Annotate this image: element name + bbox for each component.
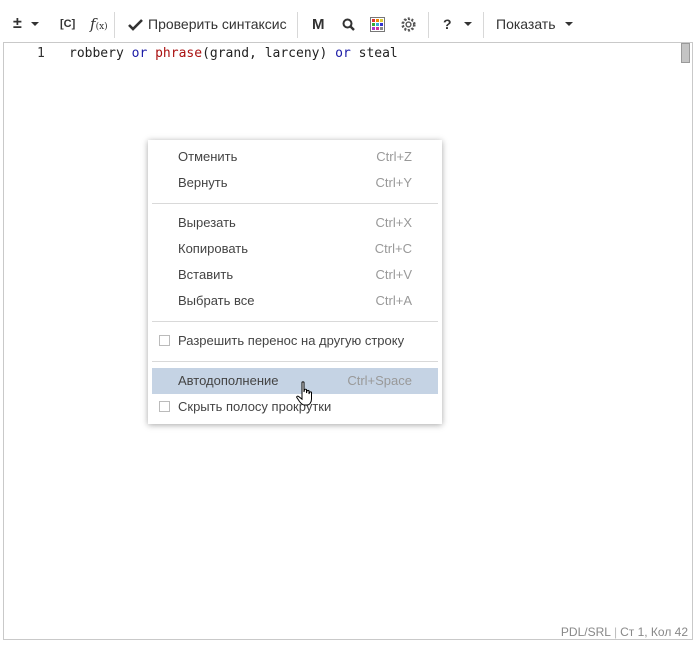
toolbar-divider xyxy=(297,12,298,38)
toolbar-divider xyxy=(114,12,115,38)
settings-button[interactable] xyxy=(400,11,417,37)
function-icon: f(x) xyxy=(90,15,108,33)
menu-item-shortcut: Ctrl+Y xyxy=(375,175,412,190)
menu-item-copy[interactable]: Копировать Ctrl+C xyxy=(152,236,438,262)
status-divider: | xyxy=(613,625,618,639)
menu-item-label: Автодополнение xyxy=(178,373,279,388)
menu-item-shortcut: Ctrl+Z xyxy=(376,149,412,164)
menu-item-autocomplete[interactable]: Автодополнение Ctrl+Space xyxy=(152,368,438,394)
menu-item-label: Вернуть xyxy=(178,175,228,190)
toolbar-divider xyxy=(483,12,484,38)
keyword-token: or xyxy=(335,46,351,61)
menu-item-label: Отменить xyxy=(178,149,238,164)
function-token: phrase xyxy=(155,46,203,61)
menu-item-undo[interactable]: Отменить Ctrl+Z xyxy=(152,144,438,170)
scrollbar-thumb[interactable] xyxy=(681,43,690,63)
code-line[interactable]: robbery or phrase(grand, larceny) or ste… xyxy=(69,46,398,61)
hand-pointer-icon xyxy=(296,381,312,406)
hide-scrollbar-checkbox[interactable] xyxy=(159,401,170,412)
wrap-checkbox[interactable] xyxy=(159,335,170,346)
menu-item-label: Копировать xyxy=(178,241,248,256)
code-token: robbery xyxy=(69,46,132,61)
context-code-button[interactable]: [C] xyxy=(60,11,75,37)
context-menu: Отменить Ctrl+Z Вернуть Ctrl+Y Вырезать … xyxy=(148,140,442,424)
menu-item-paste[interactable]: Вставить Ctrl+V xyxy=(152,262,438,288)
code-token: (grand, larceny) xyxy=(202,46,336,61)
menu-item-shortcut: Ctrl+C xyxy=(374,241,412,256)
chevron-down-icon xyxy=(564,22,573,26)
help-label: ? xyxy=(443,16,452,32)
menu-divider xyxy=(152,361,438,362)
checkmark-icon xyxy=(128,18,143,31)
menu-divider xyxy=(152,203,438,204)
menu-item-word-wrap[interactable]: Разрешить перенос на другую строку xyxy=(152,328,438,354)
cursor-position: Ст 1, Кол 42 xyxy=(620,625,688,639)
menu-item-redo[interactable]: Вернуть Ctrl+Y xyxy=(152,170,438,196)
keyword-token: or xyxy=(131,46,148,61)
show-label: Показать xyxy=(496,16,556,32)
menu-item-label: Разрешить перенос на другую строку xyxy=(178,333,405,348)
vertical-scrollbar[interactable] xyxy=(678,43,692,639)
menu-item-shortcut: Ctrl+X xyxy=(375,215,412,230)
m-button[interactable]: M xyxy=(312,11,325,37)
menu-item-shortcut: Ctrl+V xyxy=(375,267,412,282)
line-number: 1 xyxy=(37,46,45,61)
menu-item-shortcut: Ctrl+A xyxy=(375,293,412,308)
menu-item-label: Выбрать все xyxy=(178,293,255,308)
color-grid-icon xyxy=(370,16,385,32)
menu-divider xyxy=(152,321,438,322)
gear-icon xyxy=(401,16,416,32)
language-label: PDL/SRL xyxy=(560,625,611,639)
plus-minus-icon: ± xyxy=(13,15,22,32)
toolbar: ± [C] f(x) Проверить синтаксис M ? Показ… xyxy=(0,0,699,44)
insert-operator-dropdown[interactable]: ± xyxy=(13,11,39,37)
color-grid-button[interactable] xyxy=(370,11,385,37)
menu-item-shortcut: Ctrl+Space xyxy=(347,373,412,388)
help-dropdown[interactable]: ? xyxy=(443,11,472,37)
check-syntax-button[interactable]: Проверить синтаксис xyxy=(128,11,287,37)
function-button[interactable]: f(x) xyxy=(90,11,108,37)
status-bar: PDL/SRL | Ст 1, Кол 42 xyxy=(561,625,688,639)
chevron-down-icon xyxy=(30,22,39,26)
toolbar-divider xyxy=(428,12,429,38)
zoom-button[interactable] xyxy=(342,11,355,37)
magnifier-icon xyxy=(342,18,355,31)
menu-item-label: Вырезать xyxy=(178,215,236,230)
show-dropdown[interactable]: Показать xyxy=(496,11,573,37)
menu-item-label: Вставить xyxy=(178,267,234,282)
chevron-down-icon xyxy=(463,22,472,26)
code-token: steal xyxy=(350,46,398,61)
menu-item-select-all[interactable]: Выбрать все Ctrl+A xyxy=(152,288,438,314)
check-syntax-label: Проверить синтаксис xyxy=(148,16,287,32)
m-label: M xyxy=(312,15,325,33)
menu-item-cut[interactable]: Вырезать Ctrl+X xyxy=(152,210,438,236)
context-code-icon: [C] xyxy=(60,18,76,30)
menu-item-hide-scrollbar[interactable]: Скрыть полосу прокрутки xyxy=(152,394,438,420)
